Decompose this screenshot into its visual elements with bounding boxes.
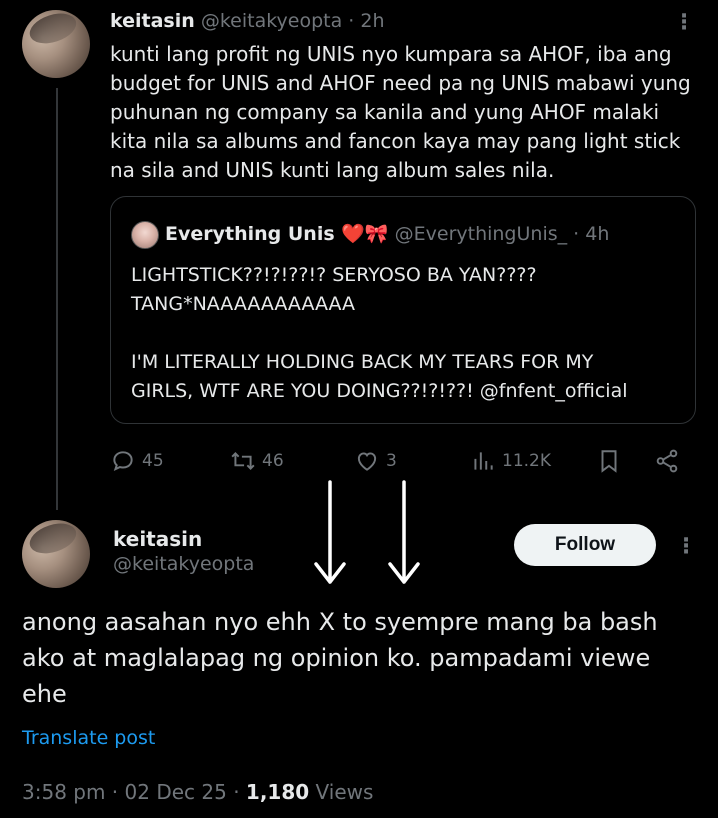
reply-icon (113, 451, 133, 471)
tweet-text: kunti lang profit ng UNIS nyo kumpara sa… (110, 42, 691, 182)
avatar[interactable] (22, 520, 90, 588)
analytics-icon (474, 452, 493, 470)
quote-line: LIGHTSTICK??!?!??!? SERYOSO BA YAN???? (131, 264, 537, 286)
view-count: 11.2K (502, 451, 551, 471)
quote-author-name: Everything Unis ❤️🎀 (165, 223, 389, 245)
repost-icon (231, 452, 255, 470)
quote-line: I'M LITERALLY HOLDING BACK MY TEARS FOR … (131, 351, 594, 373)
quoted-tweet[interactable]: Everything Unis ❤️🎀 @EverythingUnis_ · 4… (110, 196, 696, 424)
more-options-icon[interactable]: · · · (678, 6, 690, 40)
author-handle[interactable]: @keitakyeopta (113, 553, 254, 575)
quote-author-handle: @EverythingUnis_ (394, 223, 568, 245)
author-handle[interactable]: @keitakyeopta (201, 10, 342, 32)
quote-line: GIRLS, WTF ARE YOU DOING??!?!??! @fnfent… (131, 380, 628, 402)
share-button[interactable] (654, 448, 680, 474)
view-count: 1,180 (245, 780, 310, 804)
repost-button[interactable]: 46 (230, 448, 284, 474)
quote-time: 4h (585, 223, 610, 245)
quote-header: Everything Unis ❤️🎀 @EverythingUnis_ · 4… (165, 222, 609, 245)
share-icon (656, 449, 678, 473)
views-button[interactable]: 11.2K (470, 448, 551, 474)
tweet-text: anong aasahan nyo ehh X to syempre mang … (22, 608, 658, 708)
more-options-icon[interactable]: · · · (680, 530, 692, 564)
quote-avatar (131, 221, 159, 249)
down-arrow-annotation (388, 480, 420, 584)
author-name[interactable]: keitasin (110, 10, 195, 32)
thread-connector-line (56, 88, 58, 510)
down-arrow-annotation (314, 480, 346, 584)
quote-separator: · (567, 223, 586, 245)
quote-line: TANG*NAAAAAAAAAAA (131, 293, 356, 315)
translate-post-link[interactable]: Translate post (22, 727, 155, 749)
views-label: Views (309, 780, 374, 804)
meta-separator: · (342, 10, 361, 32)
heart-icon (357, 452, 377, 471)
post-time[interactable]: 2h (360, 10, 384, 32)
timestamp[interactable]: 3:58 pm · 02 Dec 25 · (22, 780, 246, 804)
tweet-header: keitasin @keitakyeopta · 2h (110, 10, 385, 32)
follow-button[interactable]: Follow (514, 524, 656, 566)
repost-count: 46 (262, 451, 284, 471)
reply-count: 45 (142, 451, 164, 471)
author-name[interactable]: keitasin (113, 527, 202, 551)
bookmark-button[interactable] (596, 448, 622, 474)
tweet-metadata: 3:58 pm · 02 Dec 25 · 1,180 Views (22, 780, 373, 804)
like-button[interactable]: 3 (354, 448, 397, 474)
like-count: 3 (386, 451, 397, 471)
tweet-action-bar: 45 46 3 11.2K (110, 448, 690, 478)
avatar[interactable] (22, 10, 90, 78)
quote-text: LIGHTSTICK??!?!??!? SERYOSO BA YAN???? T… (131, 261, 681, 406)
bookmark-icon (601, 450, 617, 473)
reply-button[interactable]: 45 (110, 448, 164, 474)
